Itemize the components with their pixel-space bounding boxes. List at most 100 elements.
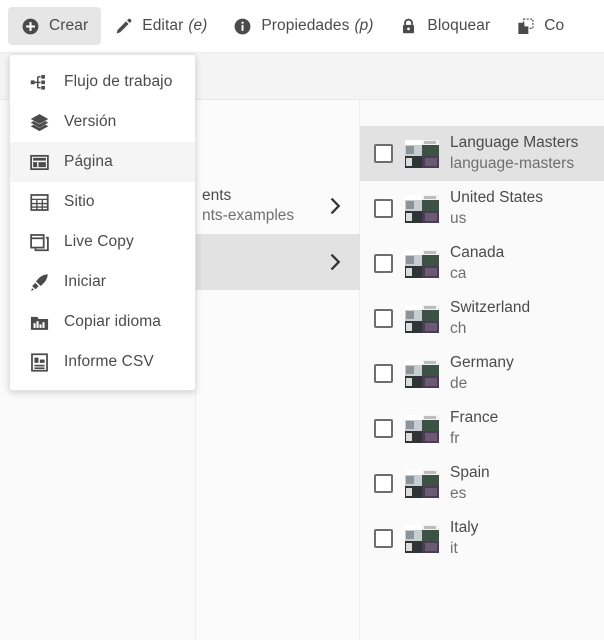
browser-column-2-row[interactable]: [196, 234, 360, 290]
toolbar-crear-button[interactable]: Crear: [8, 7, 102, 45]
browser-column-3: Language Masters language-masters United S…: [360, 100, 604, 640]
page-thumbnail: [405, 414, 439, 443]
row-subtitle: de: [450, 374, 468, 392]
toolbar-propiedades-button[interactable]: Propiedades (p): [220, 7, 386, 45]
pencil-icon: [114, 17, 133, 36]
toolbar-co-button[interactable]: Co: [503, 7, 577, 45]
create-menu-item-sitio[interactable]: Sitio: [10, 182, 195, 222]
row-text: United States us: [450, 188, 543, 228]
row-subtitle: nts-examples: [202, 207, 295, 224]
create-menu-item-label: Flujo de trabajo: [64, 73, 173, 90]
page-thumbnail: [405, 139, 439, 168]
row-subtitle: ch: [450, 319, 467, 337]
toolbar-item-label: Editar: [142, 17, 184, 34]
toolbar-item-shortcut: (p): [354, 17, 374, 34]
row-text: Italy it: [450, 518, 478, 558]
row-checkbox[interactable]: [374, 144, 393, 163]
rocket-icon: [29, 272, 50, 293]
create-menu-item-flujo-de-trabajo[interactable]: Flujo de trabajo: [10, 62, 195, 102]
row-title: Language Masters: [450, 134, 579, 152]
row-title: France: [450, 409, 499, 427]
row-subtitle: us: [450, 209, 467, 227]
create-menu-item-iniciar[interactable]: Iniciar: [10, 262, 195, 302]
row-subtitle: es: [450, 484, 467, 502]
chevron-right-icon[interactable]: [329, 254, 360, 270]
create-menu-item-label: Copiar idioma: [64, 313, 161, 330]
page-icon: [29, 152, 50, 173]
create-menu-item-label: Live Copy: [64, 233, 134, 250]
row-subtitle: ca: [450, 264, 467, 282]
toolbar-editar-button[interactable]: Editar (e): [101, 7, 220, 45]
create-menu-item-p-gina[interactable]: Página: [10, 142, 195, 182]
page-thumbnail: [405, 359, 439, 388]
browser-column-3-row[interactable]: United States us: [360, 181, 604, 236]
workflow-icon: [29, 72, 50, 93]
site-grid-icon: [29, 192, 50, 213]
browser-column-3-row[interactable]: Spain es: [360, 456, 604, 511]
browser-column-3-row[interactable]: Canada ca: [360, 236, 604, 291]
create-menu-item-informe-csv[interactable]: Informe CSV: [10, 342, 195, 382]
create-menu-item-versi-n[interactable]: Versión: [10, 102, 195, 142]
action-toolbar: Crear Editar (e) Propiedades (p) Bloquear Co: [0, 0, 604, 52]
toolbar-item-label: Co: [544, 17, 565, 34]
create-menu-item-label: Iniciar: [64, 273, 107, 290]
row-title: Germany: [450, 354, 514, 372]
row-text: ents nts-examples: [202, 186, 329, 226]
copy-icon: [516, 17, 535, 36]
row-text: France fr: [450, 408, 498, 448]
create-menu-item-copiar-idioma[interactable]: Copiar idioma: [10, 302, 195, 342]
create-menu-item-label: Informe CSV: [64, 353, 154, 370]
row-title: Italy: [450, 519, 479, 537]
language-copy-icon: [29, 312, 50, 333]
chevron-right-icon[interactable]: [329, 198, 360, 214]
aem-site-admin-screen: ents nts-examples Language Masters languag…: [0, 0, 604, 640]
row-text: Germany de: [450, 353, 514, 393]
row-subtitle: fr: [450, 429, 460, 447]
row-title: ents: [202, 187, 232, 205]
row-title: Switzerland: [450, 299, 531, 317]
row-title: Spain: [450, 464, 490, 482]
row-subtitle: language-masters: [450, 154, 575, 172]
browser-column-3-row[interactable]: France fr: [360, 401, 604, 456]
row-checkbox[interactable]: [374, 419, 393, 438]
create-menu-item-label: Versión: [64, 113, 117, 130]
row-checkbox[interactable]: [374, 309, 393, 328]
page-thumbnail: [405, 304, 439, 333]
browser-column-3-row[interactable]: Language Masters language-masters: [360, 126, 604, 181]
toolbar-bloquear-button[interactable]: Bloquear: [386, 7, 503, 45]
lock-icon: [399, 17, 418, 36]
row-checkbox[interactable]: [374, 254, 393, 273]
browser-column-3-row[interactable]: Italy it: [360, 511, 604, 566]
row-text: Switzerland ch: [450, 298, 530, 338]
row-title: United States: [450, 189, 544, 207]
browser-column-3-row[interactable]: Switzerland ch: [360, 291, 604, 346]
page-thumbnail: [405, 249, 439, 278]
row-title: Canada: [450, 244, 505, 262]
csv-report-icon: [29, 352, 50, 373]
row-text: Language Masters language-masters: [450, 133, 578, 173]
toolbar-item-label: Crear: [49, 17, 89, 34]
page-thumbnail: [405, 469, 439, 498]
row-text: Canada ca: [450, 243, 504, 283]
row-checkbox[interactable]: [374, 529, 393, 548]
create-dropdown-menu: Flujo de trabajo Versión Página Sitio Live C…: [9, 54, 196, 391]
toolbar-item-label: Bloquear: [427, 17, 491, 34]
browser-column-2-row[interactable]: ents nts-examples: [196, 178, 360, 234]
row-checkbox[interactable]: [374, 364, 393, 383]
browser-column-2: ents nts-examples: [196, 100, 360, 640]
row-text: Spain es: [450, 463, 490, 503]
page-thumbnail: [405, 194, 439, 223]
page-thumbnail: [405, 524, 439, 553]
plus-circle-icon: [21, 17, 40, 36]
row-checkbox[interactable]: [374, 474, 393, 493]
toolbar-item-label: Propiedades: [261, 17, 350, 34]
create-menu-item-label: Sitio: [64, 193, 95, 210]
row-checkbox[interactable]: [374, 199, 393, 218]
info-circle-icon: [233, 17, 252, 36]
layers-icon: [29, 112, 50, 133]
browser-column-3-row[interactable]: Germany de: [360, 346, 604, 401]
create-menu-item-live-copy[interactable]: Live Copy: [10, 222, 195, 262]
row-subtitle: it: [450, 539, 458, 557]
toolbar-item-shortcut: (e): [188, 17, 208, 34]
create-menu-item-label: Página: [64, 153, 113, 170]
